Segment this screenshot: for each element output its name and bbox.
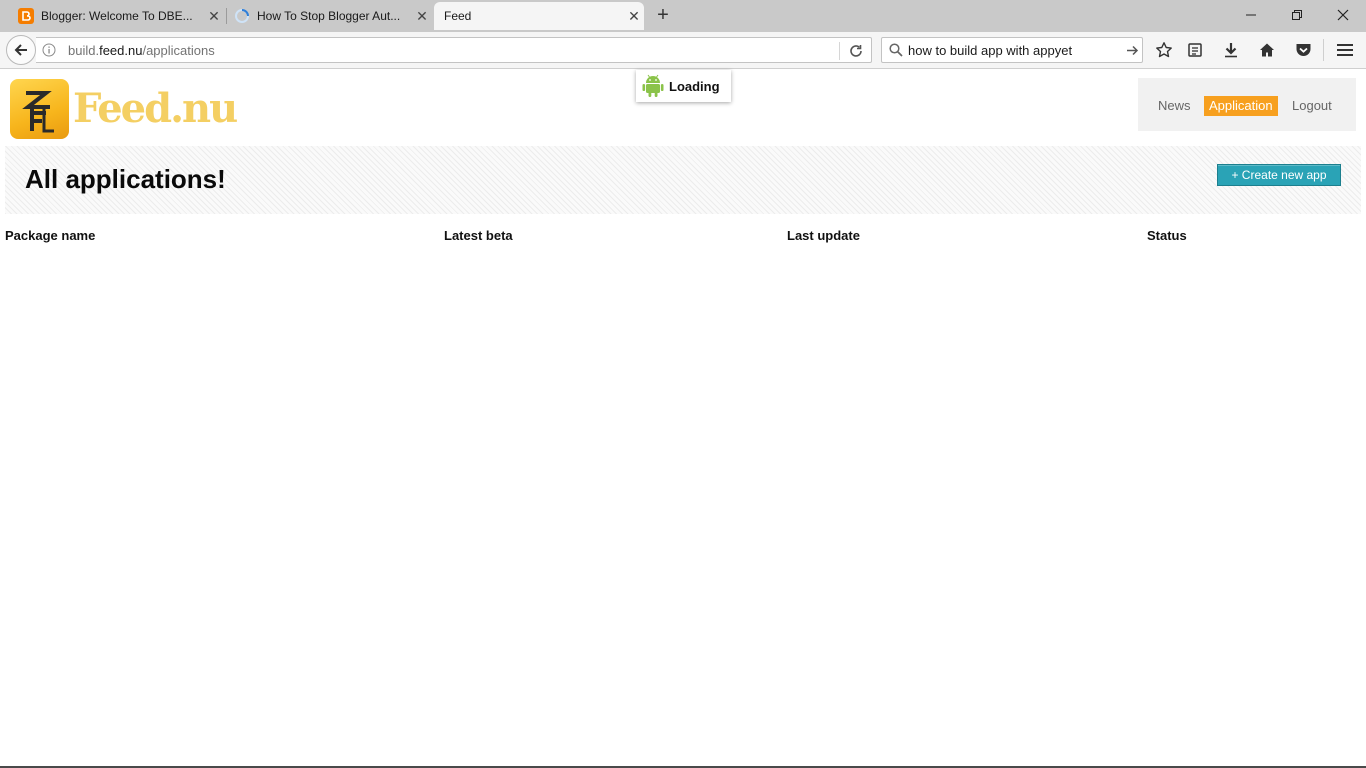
create-new-app-button[interactable]: + Create new app [1217,164,1341,186]
toolbar-divider [1323,39,1324,61]
applications-table-header: Package name Latest beta Last update Sta… [0,228,1366,246]
logo-badge [10,79,69,139]
back-arrow-icon [14,44,27,56]
tab-title: Feed [444,9,472,23]
column-status: Status [1147,228,1187,243]
column-package-name: Package name [5,228,96,243]
download-icon[interactable] [1221,40,1241,60]
minimize-button[interactable] [1228,0,1274,30]
logo-text: Feed.nu [73,85,238,132]
tab-bar: Blogger: Welcome To DBE... ✕ How To Stop… [0,0,1366,32]
url-text: build.feed.nu/applications [68,43,215,58]
reload-icon[interactable] [848,43,864,59]
nav-application[interactable]: Application [1204,96,1278,116]
search-icon [889,43,903,57]
column-last-update: Last update [787,228,860,243]
bookmark-star-icon[interactable] [1154,40,1174,60]
page-content: Feed.nu Loading News Application Logout … [0,70,1366,768]
close-window-button[interactable] [1320,0,1366,30]
column-latest-beta: Latest beta [444,228,513,243]
hamburger-menu-icon[interactable] [1335,40,1355,60]
close-tab-icon[interactable]: ✕ [626,8,642,24]
tab-divider [226,8,227,24]
nav-news[interactable]: News [1153,96,1196,116]
home-icon[interactable] [1257,40,1277,60]
new-tab-button[interactable]: + [652,4,674,26]
navigation-toolbar: build.feed.nu/applications how to build … [0,32,1366,69]
search-bar[interactable]: how to build app with appyet [881,37,1143,63]
close-tab-icon[interactable]: ✕ [206,8,222,24]
restore-button[interactable] [1274,0,1320,30]
android-icon [642,74,664,98]
search-input[interactable]: how to build app with appyet [908,43,1072,58]
tab-how-to-stop[interactable]: How To Stop Blogger Aut... ✕ [234,2,430,30]
feed-nu-logo[interactable]: Feed.nu [10,79,238,139]
address-bar[interactable]: build.feed.nu/applications [36,37,872,63]
url-prefix: build. [68,43,100,58]
blogger-icon [18,8,34,24]
page-header-banner: All applications! + Create new app [5,146,1361,214]
tab-blogger[interactable]: Blogger: Welcome To DBE... ✕ [18,2,222,30]
pocket-icon[interactable] [1293,40,1313,60]
nav-logout[interactable]: Logout [1287,96,1337,116]
tab-title: Blogger: Welcome To DBE... [41,9,193,23]
close-tab-icon[interactable]: ✕ [414,8,430,24]
loading-spinner-icon [234,8,250,24]
loading-text: Loading [669,78,720,94]
reading-list-icon[interactable] [1185,40,1205,60]
loading-indicator: Loading [636,70,731,102]
info-icon[interactable] [42,43,56,57]
url-path: /applications [142,43,215,58]
back-button[interactable] [6,35,36,65]
url-domain: feed.nu [99,43,143,58]
address-divider [839,42,840,60]
tab-feed[interactable]: Feed ✕ [434,2,644,30]
site-menu: News Application Logout [1138,78,1356,131]
search-go-arrow-icon[interactable] [1126,44,1139,57]
tab-title: How To Stop Blogger Aut... [257,9,401,23]
page-title: All applications! [25,164,226,194]
